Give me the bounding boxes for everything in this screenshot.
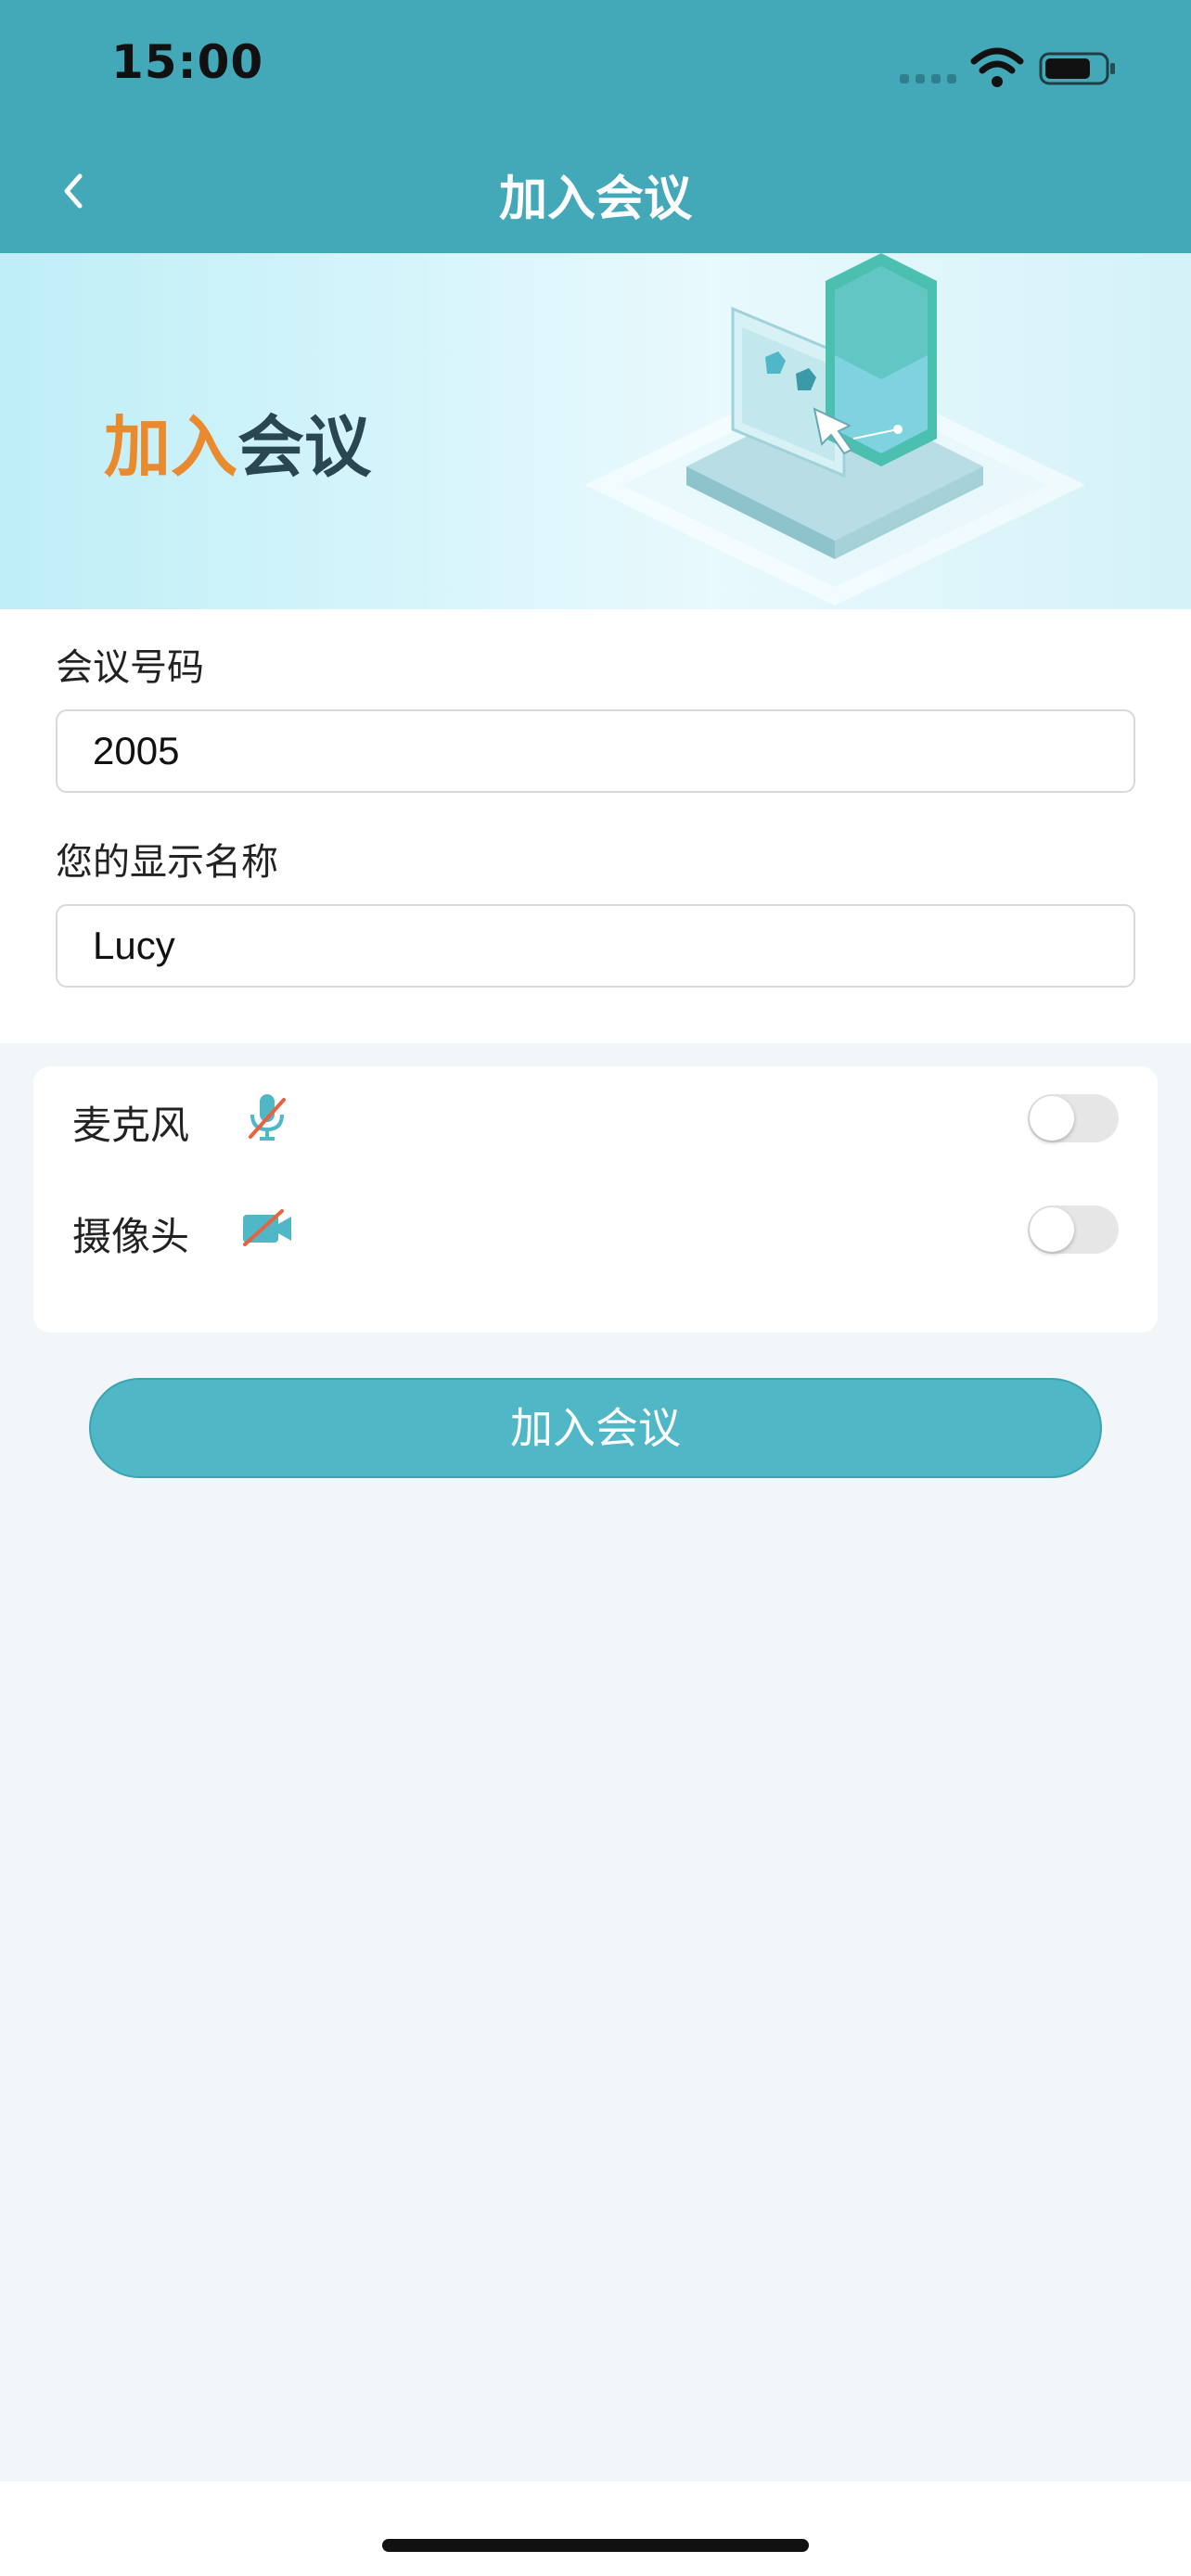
microphone-label: 麦克风 [72, 1103, 190, 1148]
meeting-illustration [584, 253, 1085, 606]
camera-off-icon [243, 1209, 291, 1246]
device-options-card: 麦克风 摄像头 [33, 1066, 1158, 1333]
join-meeting-button[interactable]: 加入会议 [89, 1378, 1102, 1478]
wifi-icon [970, 47, 1024, 87]
display-name-input[interactable]: Lucy [56, 904, 1135, 988]
meeting-number-label: 会议号码 [56, 646, 204, 689]
banner-title-highlight: 加入 [104, 408, 238, 486]
microphone-toggle[interactable] [1028, 1094, 1119, 1142]
camera-row: 摄像头 [33, 1178, 1158, 1280]
microphone-muted-icon [249, 1094, 286, 1141]
camera-toggle[interactable] [1028, 1205, 1119, 1254]
top-bar: 15:00 加入会议 [0, 0, 1191, 253]
banner-title: 加入会议 [104, 392, 371, 490]
microphone-row: 麦克风 [33, 1066, 1158, 1168]
camera-label: 摄像头 [72, 1214, 190, 1259]
meeting-number-input[interactable]: 2005 [56, 709, 1135, 793]
cellular-signal-icon [900, 74, 956, 83]
display-name-label: 您的显示名称 [56, 841, 278, 884]
battery-icon [1039, 52, 1115, 85]
camera-toggle-knob [1030, 1207, 1074, 1252]
banner-title-rest: 会议 [237, 408, 372, 486]
home-indicator[interactable] [382, 2539, 809, 2552]
page-title: 加入会议 [498, 172, 692, 227]
status-time: 15:00 [111, 35, 264, 89]
banner: 加入会议 [0, 253, 1191, 609]
microphone-toggle-knob [1030, 1096, 1074, 1141]
join-form: 会议号码 2005 您的显示名称 Lucy [0, 609, 1191, 1043]
bottom-safe-area [0, 2481, 1191, 2576]
